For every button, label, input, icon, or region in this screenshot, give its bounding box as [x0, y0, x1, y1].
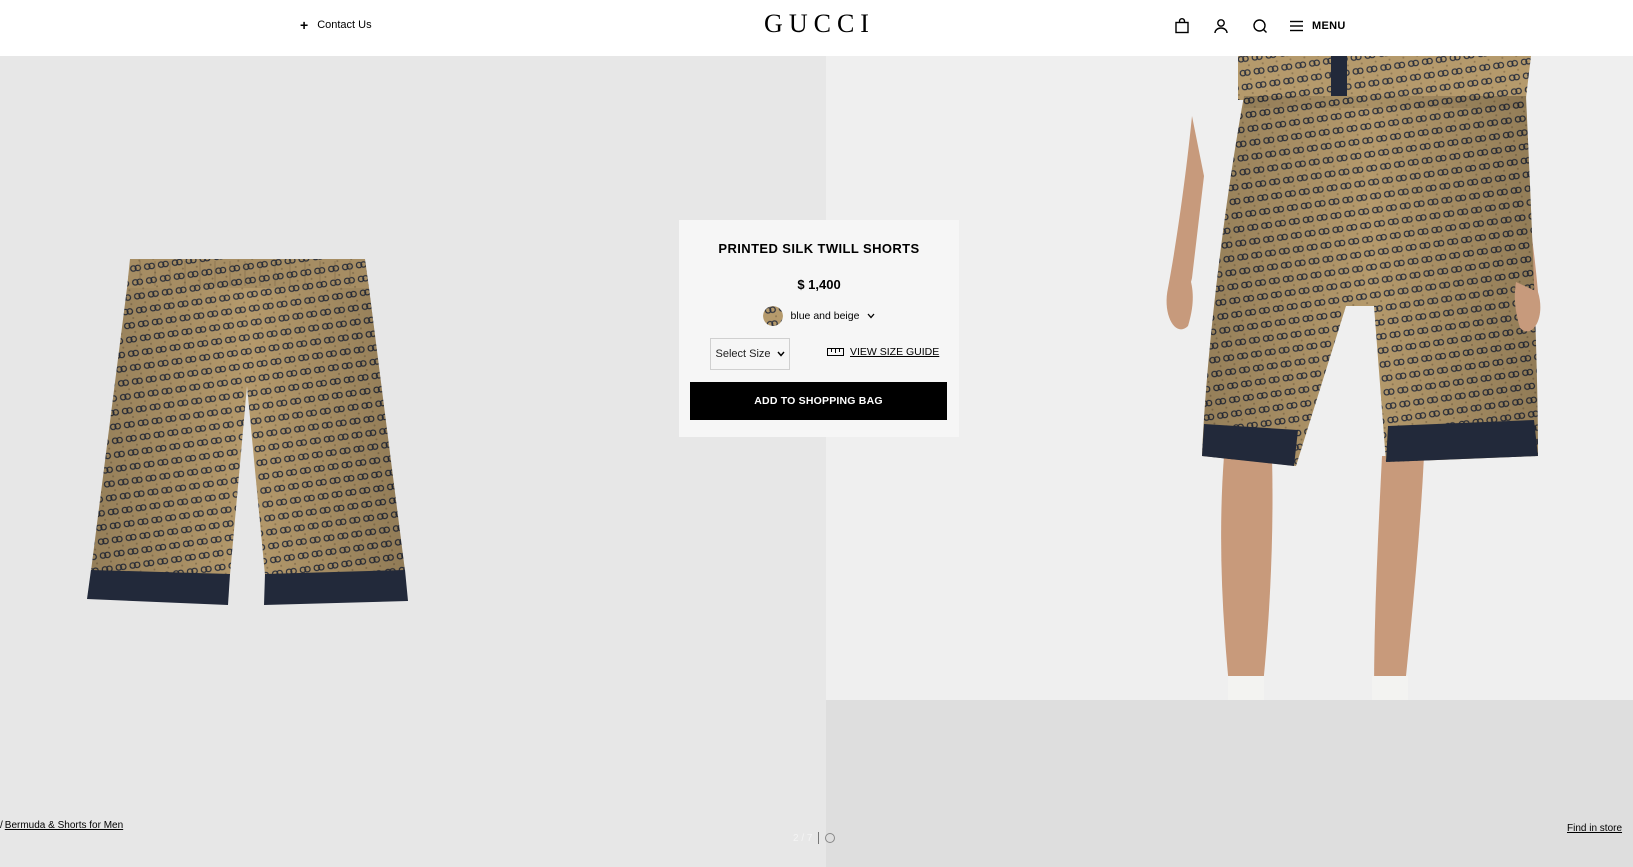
floor	[826, 700, 1633, 867]
site-header: + Contact Us GUCCI MENU	[0, 0, 1633, 56]
header-actions: MENU	[1172, 16, 1346, 36]
size-guide-link[interactable]: VIEW SIZE GUIDE	[827, 346, 939, 358]
product-price: $ 1,400	[797, 277, 841, 292]
chevron-down-icon	[776, 351, 785, 357]
color-swatch-icon	[762, 306, 783, 326]
chevron-down-icon	[867, 313, 875, 319]
pager-dot-icon[interactable]	[825, 833, 836, 843]
account-icon[interactable]	[1211, 16, 1231, 36]
color-label: blue and beige	[790, 310, 860, 322]
pager-count: 2 / 7	[793, 832, 813, 844]
shopping-bag-icon[interactable]	[1172, 16, 1192, 36]
color-selector[interactable]: blue and beige	[679, 306, 959, 326]
breadcrumb-link-bermuda-shorts[interactable]: Bermuda & Shorts for Men	[5, 820, 123, 831]
breadcrumb: / Bermuda & Shorts for Men	[0, 820, 123, 831]
hamburger-icon	[1290, 20, 1303, 32]
pager-divider	[818, 832, 820, 844]
find-in-store-link[interactable]: Find in store	[1567, 823, 1622, 834]
product-image-flat[interactable]: / Bermuda & Shorts for Men	[0, 56, 826, 867]
add-to-shopping-bag-button[interactable]: ADD TO SHOPPING BAG	[690, 382, 947, 420]
size-select-label: Select Size	[715, 348, 771, 360]
breadcrumb-separator: /	[0, 820, 3, 831]
brand-logo[interactable]: GUCCI	[0, 9, 1633, 39]
product-image-model[interactable]	[826, 56, 1633, 867]
ruler-icon	[827, 348, 844, 356]
product-info-card: PRINTED SILK TWILL SHORTS $ 1,400 blue a…	[679, 220, 959, 437]
menu-button[interactable]: MENU	[1289, 20, 1346, 32]
product-title: PRINTED SILK TWILL SHORTS	[718, 241, 920, 256]
search-icon[interactable]	[1250, 16, 1270, 36]
size-guide-label: VIEW SIZE GUIDE	[850, 346, 940, 358]
image-pager: 2 / 7	[793, 832, 836, 844]
menu-label: MENU	[1312, 20, 1346, 32]
shorts-flat-image	[87, 259, 408, 605]
size-select[interactable]: Select Size	[710, 338, 790, 370]
